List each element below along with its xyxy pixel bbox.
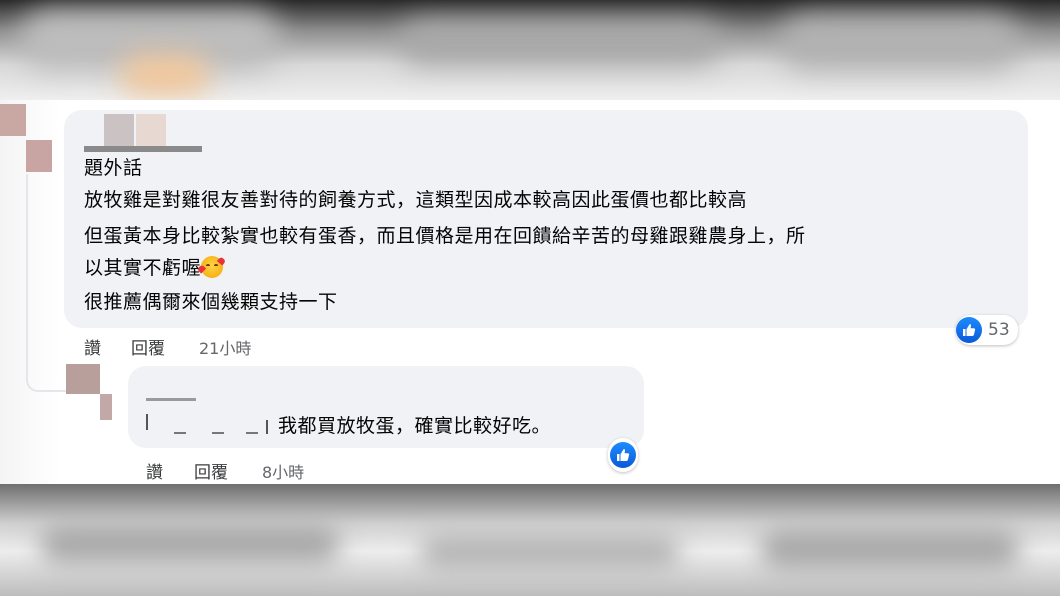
comment-timestamp[interactable]: 21小時 bbox=[199, 335, 251, 359]
name-blur-block-2 bbox=[136, 114, 166, 146]
redaction-mark-2 bbox=[174, 432, 186, 434]
smiling-face-with-hearts-emoji bbox=[196, 256, 227, 278]
comment-line-4: 很推薦偶爾來個幾顆支持一下 bbox=[84, 291, 338, 313]
comment-line-1: 放牧雞是對雞很友善對待的飼養方式，這類型因成本較高因此蛋價也都比較高 bbox=[84, 189, 748, 211]
reply-actions: 讚 回覆 8小時 bbox=[146, 458, 406, 483]
reply-thread-connector bbox=[26, 174, 68, 392]
comment-line-2: 但蛋黃本身比較紮實也較有蛋香，而且價格是用在回饋給辛苦的母雞跟雞農身上，所 bbox=[84, 225, 806, 247]
replier-avatar[interactable] bbox=[66, 364, 118, 420]
redaction-mark-4 bbox=[246, 432, 258, 434]
redaction-mark-1 bbox=[146, 414, 148, 430]
like-action[interactable]: 讚 bbox=[84, 334, 101, 359]
reply-like-action[interactable]: 讚 bbox=[146, 458, 163, 483]
redaction-mark-3 bbox=[212, 432, 224, 434]
comment-actions: 讚 回覆 21小時 bbox=[84, 334, 384, 359]
replier-name-redacted[interactable] bbox=[146, 398, 196, 401]
reply-reply-action[interactable]: 回覆 bbox=[194, 458, 228, 483]
like-count: 53 bbox=[988, 320, 1010, 340]
reply-reactions[interactable] bbox=[608, 438, 638, 472]
comment-reactions[interactable]: 53 bbox=[956, 315, 1018, 345]
reply-bubble: 我都買放牧蛋，確實比較好吃。 bbox=[128, 366, 644, 448]
comment-title: 題外話 bbox=[84, 157, 143, 179]
blurred-footer-band bbox=[0, 484, 1060, 596]
reply-timestamp[interactable]: 8小時 bbox=[262, 459, 304, 483]
commenter-avatar[interactable] bbox=[0, 104, 54, 172]
like-thumb-icon bbox=[956, 317, 982, 343]
comment-line-3: 以其實不虧喔 bbox=[84, 256, 227, 280]
name-blur-block bbox=[104, 114, 134, 146]
blurred-header-band bbox=[0, 0, 1060, 100]
reply-text: 我都買放牧蛋，確實比較好吃。 bbox=[278, 415, 552, 437]
commenter-name-redacted[interactable] bbox=[84, 146, 202, 152]
comment-line-3-text: 以其實不虧喔 bbox=[84, 257, 202, 279]
comment-bubble: 題外話 放牧雞是對雞很友善對待的飼養方式，這類型因成本較高因此蛋價也都比較高 但… bbox=[64, 110, 1028, 328]
like-thumb-icon bbox=[610, 442, 636, 468]
reply-action[interactable]: 回覆 bbox=[131, 334, 165, 359]
redaction-mark-5 bbox=[266, 420, 268, 434]
